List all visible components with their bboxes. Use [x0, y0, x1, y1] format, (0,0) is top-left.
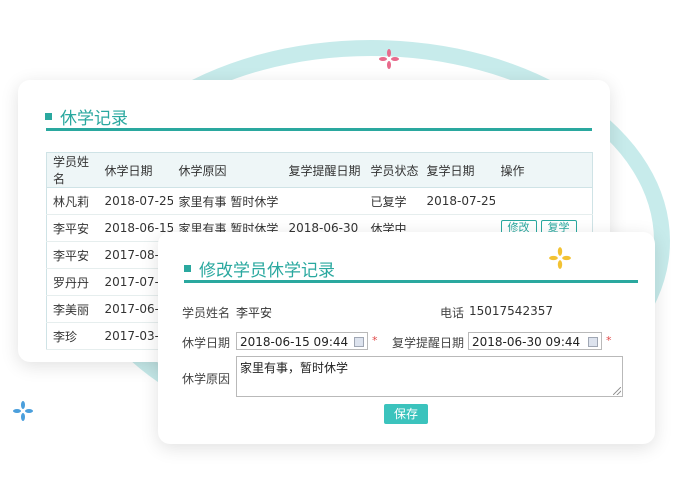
cell-name: 林凡莉 — [46, 187, 99, 215]
column-header: 休学原因 — [172, 152, 283, 188]
edit-dialog-header: 修改学员休学记录 — [184, 256, 335, 281]
leave-date-label: 休学日期 — [182, 336, 231, 350]
reason-text: 家里有事，暂时休学 — [240, 361, 349, 375]
remind-date-value: 2018-06-30 09:44 — [472, 335, 581, 349]
calendar-icon[interactable] — [354, 337, 364, 347]
cell-reason: 家里有事 暂时休学 — [172, 187, 283, 215]
student-name-label: 学员姓名 — [182, 306, 231, 320]
cell-name: 李珍 — [46, 322, 99, 350]
phone-label: 电话 — [440, 306, 465, 320]
cell-name: 李美丽 — [46, 295, 99, 323]
cell-leave-date: 2018-07-25 — [98, 187, 173, 215]
calendar-icon[interactable] — [588, 337, 598, 347]
column-header: 复学日期 — [420, 152, 495, 188]
title-divider — [46, 128, 592, 131]
title-square-icon — [45, 113, 52, 120]
resize-grip-icon[interactable] — [613, 387, 621, 395]
cell-status: 已复学 — [364, 187, 421, 215]
cell-name: 李平安 — [46, 241, 99, 269]
cell-name: 李平安 — [46, 214, 99, 242]
leave-date-input[interactable]: 2018-06-15 09:44 — [236, 332, 368, 350]
title-square-icon — [184, 265, 191, 272]
remind-date-input[interactable]: 2018-06-30 09:44 — [468, 332, 602, 350]
cell-name: 罗丹丹 — [46, 268, 99, 296]
edit-dialog-title: 修改学员休学记录 — [199, 261, 335, 281]
table-row: 林凡莉 2018-07-25 家里有事 暂时休学 已复学 2018-07-25 — [46, 187, 593, 215]
reason-textarea[interactable]: 家里有事，暂时休学 — [236, 356, 623, 397]
column-header: 休学日期 — [98, 152, 173, 188]
save-button[interactable]: 保存 — [384, 404, 428, 424]
student-name-value: 李平安 — [236, 306, 273, 320]
edit-record-dialog: 修改学员休学记录 学员姓名 李平安 电话 15017542357 休学日期 20… — [158, 232, 655, 444]
leave-date-value: 2018-06-15 09:44 — [240, 335, 349, 349]
cell-actions — [494, 187, 593, 215]
required-mark: * — [606, 334, 612, 347]
column-header: 学员姓名 — [46, 152, 99, 188]
sparkle-icon — [549, 247, 571, 269]
column-header: 复学提醒日期 — [282, 152, 365, 188]
remind-date-label: 复学提醒日期 — [392, 336, 465, 350]
table-header-row: 学员姓名 休学日期 休学原因 复学提醒日期 学员状态 复学日期 操作 — [46, 152, 593, 188]
sparkle-icon — [13, 401, 33, 421]
column-header: 学员状态 — [364, 152, 421, 188]
phone-value: 15017542357 — [469, 304, 553, 318]
records-card-header: 休学记录 — [45, 104, 128, 129]
records-card-title: 休学记录 — [60, 109, 128, 129]
column-header: 操作 — [494, 152, 593, 188]
title-divider — [184, 280, 638, 283]
cell-return-date: 2018-07-25 — [420, 187, 495, 215]
sparkle-icon — [379, 49, 399, 69]
cell-remind-date — [282, 187, 365, 215]
reason-label: 休学原因 — [182, 372, 231, 386]
required-mark: * — [372, 334, 378, 347]
